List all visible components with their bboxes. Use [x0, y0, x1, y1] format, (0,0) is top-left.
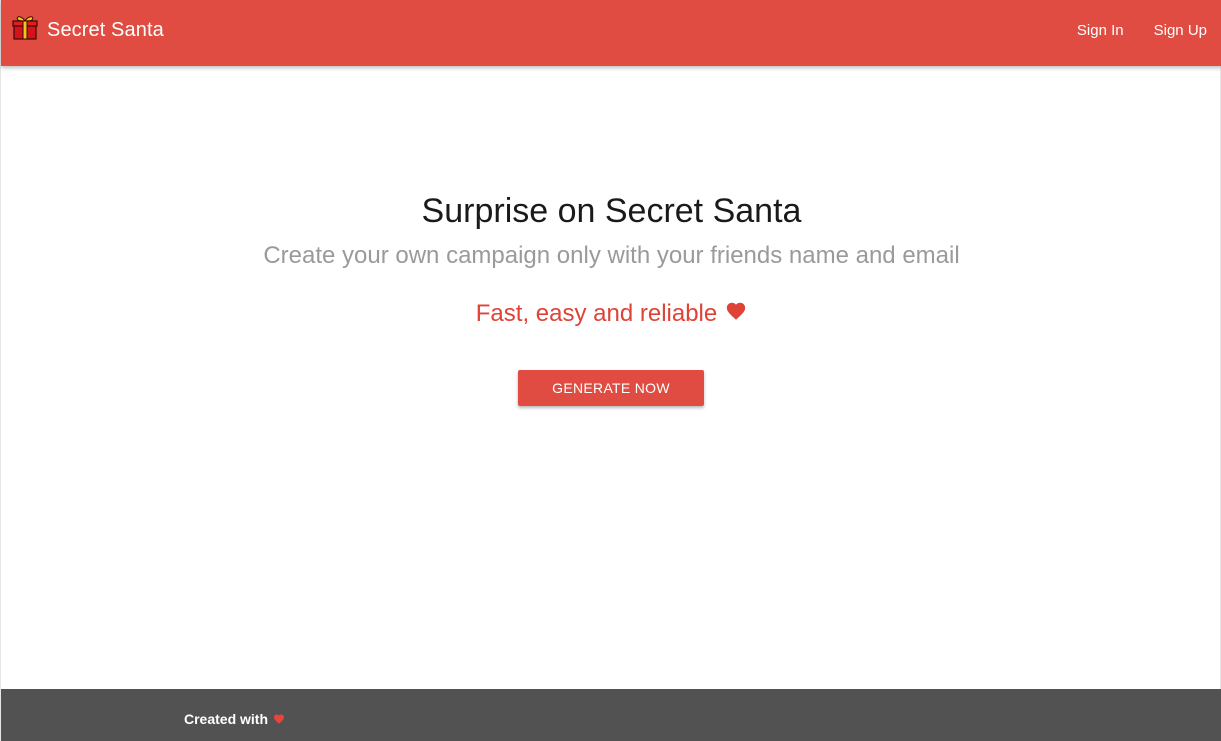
- hero-tagline: Fast, easy and reliable: [1, 300, 1221, 328]
- hero-subtitle: Create your own campaign only with your …: [263, 242, 960, 269]
- brand-link[interactable]: Secret Santa: [11, 16, 164, 44]
- gift-icon: [11, 13, 39, 41]
- footer: Created with: [1, 689, 1221, 741]
- nav-links: Sign In Sign Up: [1077, 22, 1207, 39]
- generate-now-button[interactable]: GENERATE NOW: [518, 370, 704, 406]
- page: Secret Santa Sign In Sign Up Surprise on…: [0, 0, 1221, 741]
- navbar: Secret Santa Sign In Sign Up: [1, 0, 1221, 66]
- tagline-text: Fast, easy and reliable: [475, 300, 718, 327]
- heart-icon: [725, 300, 747, 322]
- sign-in-link[interactable]: Sign In: [1077, 22, 1124, 39]
- brand-title: Secret Santa: [47, 19, 164, 41]
- hero-section: Surprise on Secret Santa Create your own…: [1, 66, 1221, 689]
- heart-icon: [273, 712, 285, 724]
- hero-title: Surprise on Secret Santa: [421, 192, 802, 230]
- footer-credit: Created with: [184, 711, 285, 727]
- footer-text: Created with: [184, 711, 269, 727]
- sign-up-link[interactable]: Sign Up: [1154, 22, 1207, 39]
